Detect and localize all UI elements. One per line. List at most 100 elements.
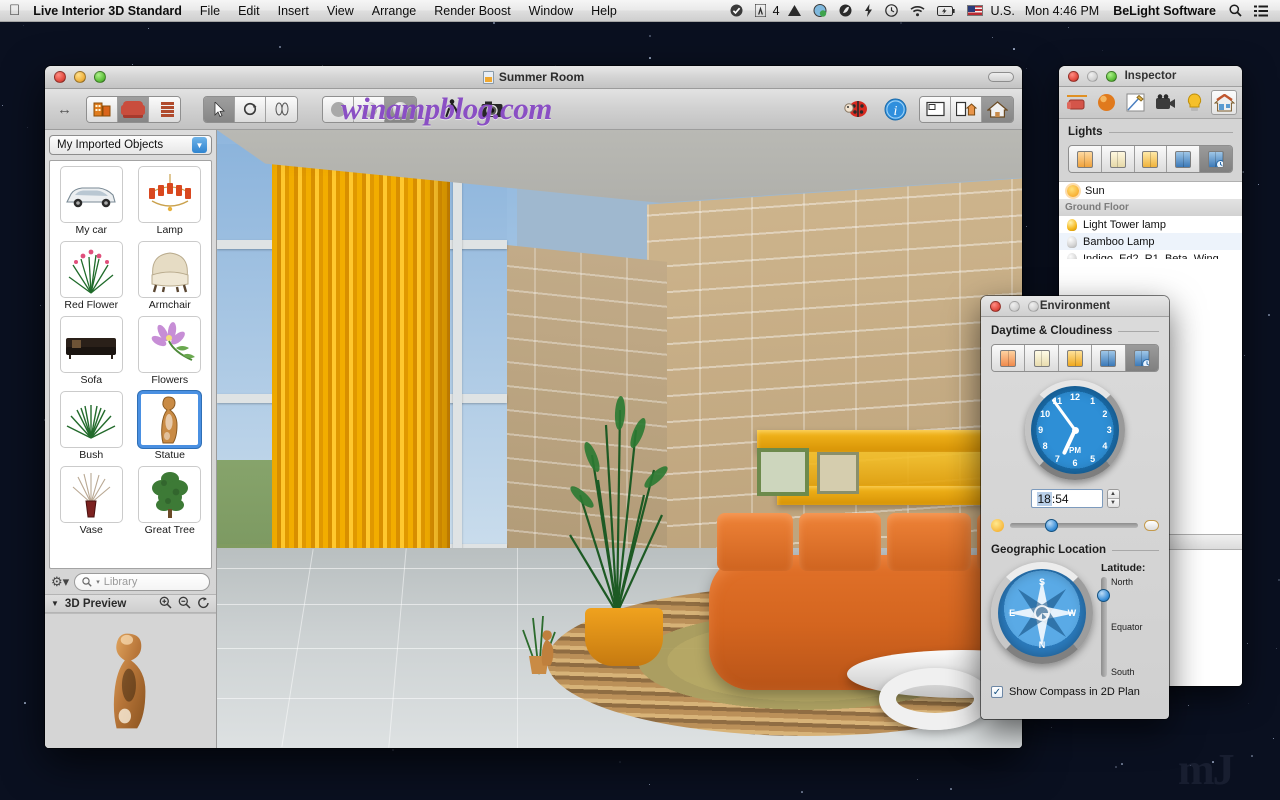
info-icon[interactable]: i — [880, 96, 910, 123]
tab-light-icon[interactable] — [1182, 90, 1208, 115]
notification-center-icon[interactable] — [1248, 5, 1274, 17]
zoom-in-icon[interactable] — [159, 596, 172, 612]
rotate-icon[interactable] — [235, 97, 266, 122]
minimize-button[interactable] — [74, 71, 86, 83]
library-item-flowers[interactable]: Flowers — [133, 316, 208, 389]
light-group-ground-floor[interactable]: Ground Floor — [1059, 199, 1242, 216]
daytime-mode-sunrise[interactable] — [992, 345, 1025, 371]
library-item-statue[interactable]: Statue — [133, 391, 208, 464]
stepper-down-icon[interactable]: ▼ — [1108, 499, 1119, 507]
navigate-arrows-icon[interactable]: ↔ — [53, 101, 76, 118]
menu-item-arrange[interactable]: Arrange — [363, 0, 425, 22]
light-mode-custom[interactable] — [1167, 146, 1200, 172]
time-hour-segment[interactable]: 18 — [1037, 492, 1052, 506]
search-icon[interactable] — [1223, 4, 1248, 17]
light-mode-evening[interactable] — [1135, 146, 1168, 172]
statue-object-in-scene[interactable] — [535, 618, 561, 678]
3d-view-icon[interactable] — [982, 97, 1013, 122]
plan-view-icon[interactable] — [920, 97, 951, 122]
dropbox-icon[interactable] — [807, 4, 833, 17]
rotate-icon[interactable] — [197, 596, 210, 612]
menu-item-window[interactable]: Window — [520, 0, 582, 22]
google-drive-icon[interactable] — [782, 5, 807, 17]
window-titlebar[interactable]: Summer Room — [45, 66, 1022, 89]
latitude-slider[interactable]: North Equator South — [1101, 577, 1145, 677]
environment-titlebar[interactable]: Environment — [981, 296, 1169, 317]
light-row-indigo-1[interactable]: Indigo_Ed2_R1_Beta_Wing — [1059, 250, 1242, 259]
light-mode-night[interactable] — [1102, 146, 1135, 172]
compass-widget[interactable]: N W S E — [991, 562, 1093, 664]
ladybug-icon[interactable] — [841, 96, 871, 123]
battery-icon[interactable] — [931, 6, 961, 16]
light-row-sun[interactable]: Sun — [1059, 182, 1242, 199]
time-input[interactable]: 18:54 — [1031, 489, 1103, 508]
daytime-mode-sunset[interactable] — [1059, 345, 1092, 371]
3d-viewport[interactable] — [217, 130, 1022, 748]
menu-item-insert[interactable]: Insert — [269, 0, 318, 22]
cloudiness-slider[interactable] — [1010, 523, 1138, 528]
daytime-mode-night[interactable] — [1092, 345, 1125, 371]
tab-material-icon[interactable] — [1093, 90, 1119, 115]
toolbar-toggle-button[interactable] — [988, 72, 1014, 82]
tab-object-icon[interactable] — [1064, 90, 1090, 115]
menu-item-file[interactable]: File — [191, 0, 229, 22]
cloudiness-slider-knob[interactable] — [1045, 519, 1058, 532]
menu-app-name[interactable]: Live Interior 3D Standard — [31, 0, 191, 22]
input-source-flag-icon[interactable] — [961, 5, 989, 16]
library-item-great-tree[interactable]: Great Tree — [133, 466, 208, 539]
inspector-titlebar[interactable]: Inspector — [1059, 66, 1242, 87]
menu-item-render-boost[interactable]: Render Boost — [425, 0, 519, 22]
stepper-up-icon[interactable]: ▲ — [1108, 490, 1119, 499]
preview-3d-viewport[interactable] — [45, 613, 216, 748]
bulb-on-icon[interactable] — [1067, 219, 1077, 231]
tab-site-icon[interactable] — [1211, 90, 1237, 115]
zoom-button[interactable] — [94, 71, 106, 83]
library-item-vase[interactable]: Vase — [54, 466, 129, 539]
menu-item-help[interactable]: Help — [582, 0, 626, 22]
menu-item-edit[interactable]: Edit — [229, 0, 269, 22]
daytime-mode-day[interactable] — [1025, 345, 1058, 371]
tab-edit-icon[interactable] — [1123, 90, 1149, 115]
split-view-icon[interactable] — [951, 97, 982, 122]
time-minute-segment[interactable]: :54 — [1052, 492, 1069, 506]
menu-bar-user[interactable]: BeLight Software — [1106, 4, 1223, 18]
wifi-icon[interactable] — [904, 5, 931, 17]
disclosure-triangle-icon[interactable]: ▼ — [51, 599, 59, 608]
time-clock-widget[interactable]: 12 1 2 3 4 5 6 7 8 9 10 11 PM — [1025, 380, 1125, 480]
light-row-bamboo-lamp[interactable]: Bamboo Lamp — [1059, 233, 1242, 250]
checkbox-icon[interactable]: ✓ — [991, 686, 1003, 698]
library-item-sofa[interactable]: Sofa — [54, 316, 129, 389]
library-search-input[interactable]: ▾ Library — [74, 573, 210, 591]
latitude-track[interactable] — [1101, 577, 1107, 677]
input-source-label[interactable]: U.S. — [989, 4, 1018, 18]
menu-item-view[interactable]: View — [318, 0, 363, 22]
light-mode-day[interactable] — [1069, 146, 1102, 172]
flash-icon[interactable] — [858, 4, 879, 17]
time-stepper[interactable]: ▲ ▼ — [1107, 489, 1120, 508]
show-compass-checkbox-row[interactable]: ✓ Show Compass in 2D Plan — [991, 686, 1159, 698]
building-icon[interactable] — [87, 97, 118, 122]
evernote-icon[interactable] — [833, 4, 858, 17]
close-button[interactable] — [54, 71, 66, 83]
zoom-out-icon[interactable] — [178, 596, 191, 612]
library-item-red-flower[interactable]: Red Flower — [54, 241, 129, 314]
chevron-down-icon[interactable]: ▼ — [192, 137, 207, 153]
bulb-off-icon[interactable] — [1067, 236, 1077, 248]
light-row-light-tower-lamp[interactable]: Light Tower lamp — [1059, 216, 1242, 233]
check-badge-icon[interactable] — [724, 4, 749, 17]
library-item-armchair[interactable]: Armchair — [133, 241, 208, 314]
list-icon[interactable] — [149, 97, 180, 122]
gear-icon[interactable]: ⚙▾ — [51, 574, 69, 590]
library-category-select[interactable]: My Imported Objects ▼ — [49, 135, 212, 155]
pan-icon[interactable] — [266, 97, 297, 122]
library-item-bush[interactable]: Bush — [54, 391, 129, 464]
lights-list[interactable]: Sun Ground Floor Light Tower lamp Bamboo… — [1059, 181, 1242, 259]
furniture-icon[interactable] — [118, 97, 149, 122]
light-mode-auto-time[interactable] — [1200, 146, 1232, 172]
latitude-knob[interactable] — [1097, 589, 1110, 602]
menu-bar-clock[interactable]: Mon 4:46 PM — [1018, 4, 1106, 18]
tab-camera-icon[interactable] — [1152, 90, 1178, 115]
library-item-my-car[interactable]: My car — [54, 166, 129, 239]
adobe-icon[interactable] — [749, 4, 772, 17]
library-item-lamp[interactable]: Lamp — [133, 166, 208, 239]
